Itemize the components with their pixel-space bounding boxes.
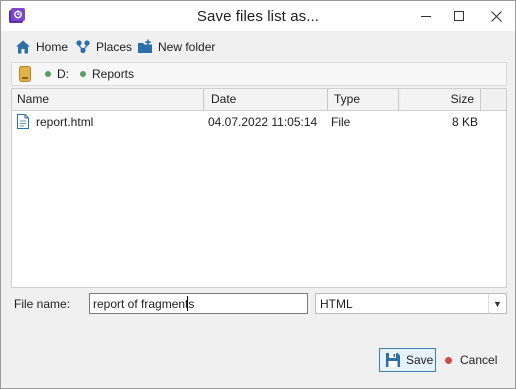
column-header-row: Name Date Type Size (12, 89, 506, 111)
column-header-type[interactable]: Type (329, 89, 399, 110)
maximize-icon (454, 11, 464, 21)
save-disk-icon (386, 353, 400, 367)
close-icon (490, 10, 502, 22)
file-type-select[interactable]: HTML ▼ (315, 293, 507, 314)
breadcrumb-item-reports[interactable]: Reports (80, 67, 134, 81)
table-row[interactable]: report.html 04.07.2022 11:05:14 File 8 K… (12, 112, 506, 132)
new-folder-button[interactable]: New folder (137, 38, 215, 56)
dialog-footer (1, 337, 515, 388)
breadcrumb-label: D: (57, 67, 69, 81)
file-list[interactable]: Name Date Type Size report.html 04.07.20… (11, 88, 507, 288)
column-header-date[interactable]: Date (206, 89, 328, 110)
breadcrumb-dot-icon (45, 71, 51, 77)
home-button[interactable]: Home (15, 38, 68, 56)
home-label: Home (36, 40, 69, 54)
file-name-label: File name: (14, 297, 71, 311)
cancel-label: Cancel (460, 353, 498, 367)
file-size-cell: 8 KB (451, 115, 478, 129)
file-type-cell: File (331, 115, 351, 129)
text-caret (187, 296, 188, 311)
drive-icon (19, 66, 31, 82)
chevron-down-icon[interactable]: ▼ (488, 294, 506, 313)
cancel-button[interactable]: Cancel (441, 348, 505, 372)
save-dialog: Save files list as... Home Places New fo… (0, 0, 516, 389)
column-header-size[interactable]: Size (401, 89, 481, 110)
new-folder-icon (138, 39, 152, 53)
minimize-button[interactable] (411, 1, 441, 31)
file-name-cell: report.html (36, 115, 94, 129)
breadcrumb-dot-icon (80, 71, 86, 77)
minimize-icon (421, 15, 431, 17)
breadcrumb-label: Reports (92, 67, 135, 81)
save-label: Save (406, 353, 434, 367)
maximize-button[interactable] (444, 1, 474, 31)
home-icon (16, 40, 30, 54)
toolbar: Home Places New folder (1, 31, 515, 63)
file-date-cell: 04.07.2022 11:05:14 (208, 115, 318, 129)
save-button[interactable]: Save (379, 348, 436, 372)
html-file-icon (17, 114, 29, 129)
file-name-input[interactable] (89, 293, 308, 314)
close-button[interactable] (477, 1, 515, 31)
file-type-value: HTML (320, 297, 353, 311)
places-label: Places (96, 40, 133, 54)
cancel-icon (445, 356, 452, 364)
places-button[interactable]: Places (75, 38, 132, 56)
title-bar: Save files list as... (1, 1, 515, 31)
breadcrumb-item-drive[interactable]: D: (45, 67, 69, 81)
new-folder-label: New folder (158, 40, 216, 54)
breadcrumb: D: Reports (11, 62, 507, 86)
column-header-name[interactable]: Name (12, 89, 204, 110)
places-icon (76, 40, 90, 54)
